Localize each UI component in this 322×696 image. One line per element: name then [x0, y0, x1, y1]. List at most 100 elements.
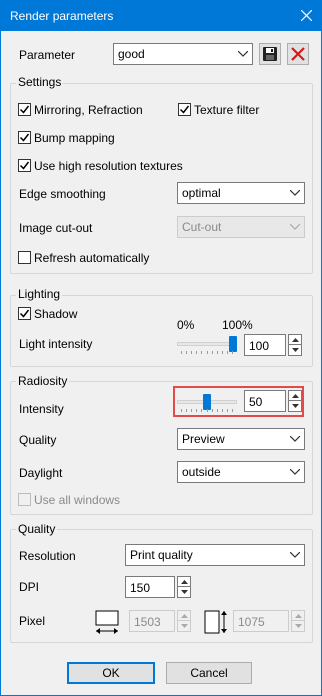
image-cutout-select[interactable]: Cut-out	[177, 216, 305, 238]
lighting-group-title: Lighting	[16, 287, 63, 301]
chevron-down-icon	[290, 552, 300, 558]
pixel-width-value: 1503	[134, 615, 161, 629]
chevron-up-icon	[295, 614, 302, 618]
checkmark-icon	[19, 309, 30, 318]
spin-down-button[interactable]	[177, 621, 191, 632]
chevron-down-icon	[290, 224, 300, 230]
spin-down-button[interactable]	[288, 345, 302, 356]
chevron-down-icon	[292, 348, 299, 352]
resolution-label: Resolution	[19, 549, 76, 563]
spin-up-button[interactable]	[177, 576, 191, 587]
delete-icon	[291, 47, 305, 61]
pixel-height-value: 1075	[238, 615, 265, 629]
high-res-checkbox[interactable]	[18, 159, 31, 172]
slider-tick	[201, 351, 202, 354]
light-intensity-label: Light intensity	[19, 337, 93, 351]
slider-thumb[interactable]	[229, 336, 237, 352]
title-bar: Render parameters	[1, 1, 321, 31]
cancel-button[interactable]: Cancel	[166, 662, 252, 684]
slider-tick	[227, 351, 228, 354]
chevron-down-icon	[181, 590, 188, 594]
delete-button[interactable]	[287, 43, 309, 65]
dpi-spinner[interactable]	[177, 576, 191, 598]
spin-up-button[interactable]	[291, 610, 305, 621]
use-all-windows-checkbox[interactable]	[18, 493, 31, 506]
spin-down-button[interactable]	[291, 621, 305, 632]
slider-min-label: 0%	[177, 318, 195, 332]
bump-mapping-label: Bump mapping	[34, 131, 115, 145]
checkmark-icon	[19, 133, 30, 142]
use-all-windows-label: Use all windows	[34, 493, 121, 507]
slider-max-label: 100%	[222, 318, 253, 332]
pixel-width-input[interactable]: 1503	[129, 610, 175, 632]
bump-mapping-checkbox[interactable]	[18, 131, 31, 144]
checkmark-icon	[19, 161, 30, 170]
highlight-box	[173, 386, 304, 417]
spin-up-button[interactable]	[177, 610, 191, 621]
ok-button[interactable]: OK	[67, 662, 155, 684]
dpi-value: 150	[130, 581, 151, 595]
resolution-value: Print quality	[130, 548, 193, 562]
pixel-height-spinner[interactable]	[291, 610, 305, 632]
slider-tick	[217, 351, 218, 354]
mirroring-label: Mirroring, Refraction	[34, 103, 143, 117]
spin-down-button[interactable]	[177, 587, 191, 598]
slider-tick	[186, 351, 187, 354]
checkmark-icon	[19, 105, 30, 114]
parameter-value: good	[118, 47, 145, 61]
refresh-checkbox[interactable]	[18, 251, 31, 264]
daylight-value: outside	[182, 465, 221, 479]
daylight-label: Daylight	[19, 466, 63, 480]
shadow-checkbox[interactable]	[18, 307, 31, 320]
light-intensity-slider[interactable]	[177, 336, 237, 357]
edge-smoothing-label: Edge smoothing	[19, 187, 106, 201]
texture-filter-checkbox[interactable]	[178, 103, 191, 116]
daylight-select[interactable]: outside	[177, 461, 305, 483]
resolution-select[interactable]: Print quality	[125, 544, 305, 566]
window-title: Render parameters	[10, 9, 114, 23]
image-cutout-value: Cut-out	[182, 220, 222, 234]
slider-tick	[196, 351, 197, 354]
dpi-label: DPI	[19, 580, 40, 594]
close-icon	[301, 10, 312, 21]
chevron-up-icon	[181, 614, 188, 618]
chevron-down-icon	[181, 624, 188, 628]
edge-smoothing-value: optimal	[182, 186, 221, 200]
chevron-up-icon	[181, 580, 188, 584]
radiosity-group-title: Radiosity	[16, 374, 70, 388]
chevron-down-icon	[290, 436, 300, 442]
slider-tick	[222, 351, 223, 354]
pixel-height-input[interactable]: 1075	[233, 610, 289, 632]
mirroring-checkbox[interactable]	[18, 103, 31, 116]
slider-tick	[181, 351, 182, 354]
save-button[interactable]	[259, 43, 281, 65]
close-button[interactable]	[291, 1, 321, 31]
dpi-input[interactable]: 150	[125, 576, 175, 598]
refresh-label: Refresh automatically	[34, 251, 150, 265]
parameter-select[interactable]: good	[113, 43, 253, 65]
slider-tick	[212, 351, 213, 354]
light-intensity-spinner[interactable]	[288, 334, 302, 356]
chevron-down-icon	[238, 51, 248, 57]
slider-track	[177, 342, 237, 346]
slider-tick	[191, 351, 192, 354]
chevron-down-icon	[290, 190, 300, 196]
render-parameters-dialog: Render parameters Parameter good Setting…	[0, 0, 322, 696]
slider-tick	[207, 351, 208, 354]
radiosity-quality-label: Quality	[19, 433, 57, 447]
checkmark-icon	[179, 105, 190, 114]
edge-smoothing-select[interactable]: optimal	[177, 182, 305, 204]
chevron-down-icon	[295, 624, 302, 628]
quality-group-title: Quality	[16, 522, 58, 536]
save-icon	[263, 47, 277, 61]
pixel-width-spinner[interactable]	[177, 610, 191, 632]
height-dimension-icon	[204, 610, 227, 634]
radiosity-quality-select[interactable]: Preview	[177, 428, 305, 450]
light-intensity-input[interactable]: 100	[244, 334, 286, 356]
texture-filter-label: Texture filter	[194, 103, 260, 117]
slider-tick	[232, 351, 233, 354]
light-intensity-value: 100	[249, 339, 270, 353]
shadow-label: Shadow	[34, 307, 78, 321]
spin-up-button[interactable]	[288, 334, 302, 345]
high-res-label: Use high resolution textures	[34, 159, 183, 173]
